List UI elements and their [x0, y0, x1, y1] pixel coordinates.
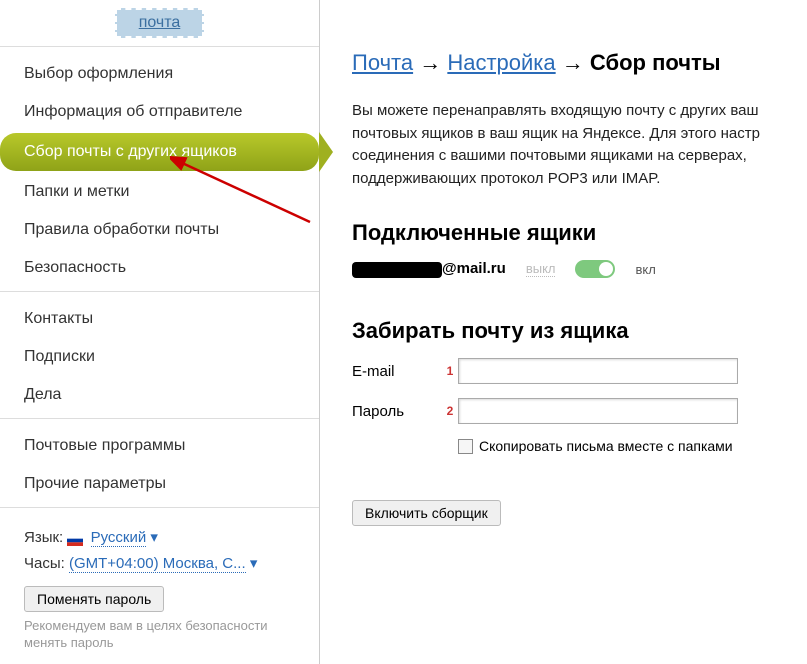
clock-label: Часы: [24, 555, 65, 572]
password-label: Пароль [352, 403, 442, 420]
flag-russia-icon [67, 533, 83, 544]
timezone-select[interactable]: (GMT+04:00) Москва, С... [69, 555, 246, 573]
password-recommendation: Рекомендуем вам в целях безопасности мен… [24, 618, 295, 652]
sidebar-item[interactable]: Выбор оформления [0, 55, 319, 93]
copy-folders-label: Скопировать письма вместе с папками [479, 438, 733, 454]
sidebar-item[interactable]: Прочие параметры [0, 465, 319, 503]
description-text: Вы можете перенаправлять входящую почту … [352, 100, 799, 190]
breadcrumb: Почта → Настройка → Сбор почты [352, 50, 799, 76]
breadcrumb-settings[interactable]: Настройка [447, 50, 555, 75]
sidebar-item[interactable]: Папки и метки [0, 173, 319, 211]
email-field[interactable] [458, 358, 738, 384]
email-label: E-mail [352, 363, 442, 380]
sidebar-item[interactable]: Контакты [0, 300, 319, 338]
mail-tab[interactable]: почта [115, 8, 205, 38]
dropdown-caret-icon: ▾ [150, 529, 158, 546]
dropdown-caret-icon: ▾ [250, 555, 258, 572]
step-marker-1: 1 [442, 364, 458, 378]
change-password-button[interactable]: Поменять пароль [24, 586, 164, 612]
sidebar: почта Выбор оформленияИнформация об отпр… [0, 0, 320, 664]
breadcrumb-mail[interactable]: Почта [352, 50, 413, 75]
step-marker-2: 2 [442, 404, 458, 418]
sidebar-item[interactable]: Информация об отправителе [0, 93, 319, 131]
sidebar-item[interactable]: Почтовые программы [0, 427, 319, 465]
sidebar-item[interactable]: Правила обработки почты [0, 211, 319, 249]
breadcrumb-current: Сбор почты [590, 50, 721, 75]
mailbox-toggle[interactable] [575, 260, 615, 278]
sidebar-tab-header: почта [0, 0, 319, 46]
sidebar-item[interactable]: Безопасность [0, 249, 319, 287]
enable-collector-button[interactable]: Включить сборщик [352, 500, 501, 526]
language-label: Язык: [24, 529, 63, 546]
sidebar-item[interactable]: Сбор почты с других ящиков [0, 133, 319, 171]
connected-mail-address: @mail.ru [352, 260, 506, 277]
copy-folders-checkbox[interactable] [458, 439, 473, 454]
language-select[interactable]: Русский [91, 529, 147, 547]
toggle-on-label: вкл [635, 262, 655, 277]
sidebar-item[interactable]: Подписки [0, 338, 319, 376]
sidebar-footer: Язык: Русский ▾ Часы: (GMT+04:00) Москва… [0, 507, 319, 664]
connected-mailbox-row: @mail.ru выкл вкл [352, 260, 799, 278]
main-content: Почта → Настройка → Сбор почты Вы можете… [320, 0, 807, 664]
toggle-off-label[interactable]: выкл [526, 261, 556, 277]
redacted-username [352, 262, 442, 278]
connected-mailboxes-title: Подключенные ящики [352, 220, 799, 246]
collect-mail-title: Забирать почту из ящика [352, 318, 799, 344]
password-field[interactable] [458, 398, 738, 424]
sidebar-item[interactable]: Дела [0, 376, 319, 414]
